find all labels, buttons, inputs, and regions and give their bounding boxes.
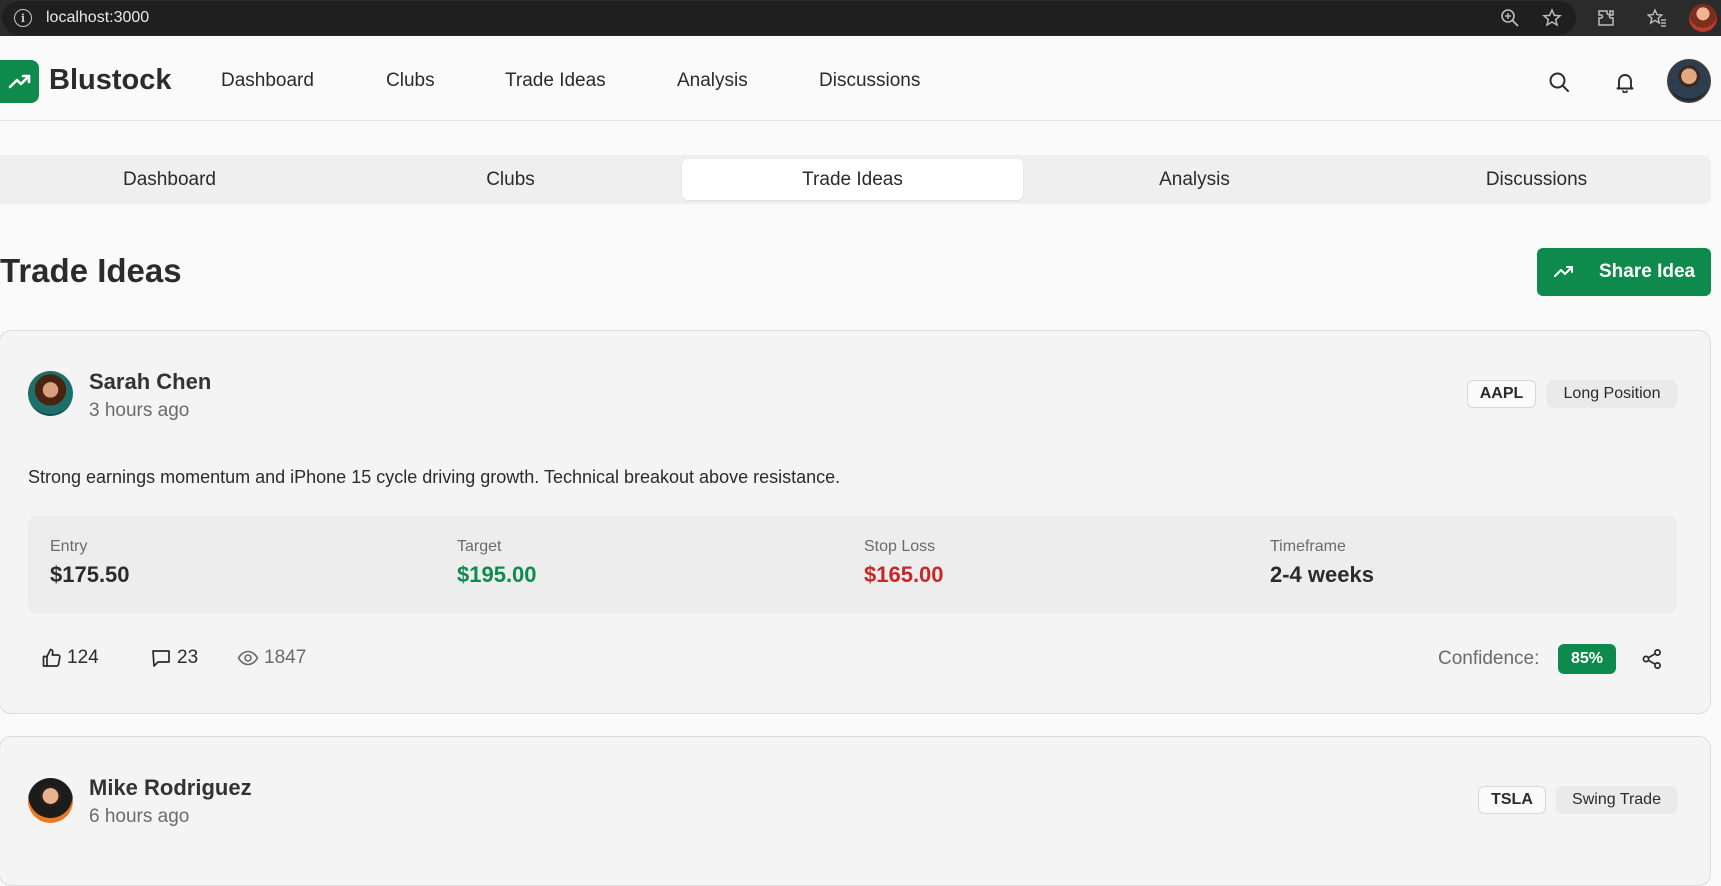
trade-idea-card [0, 736, 1711, 886]
entry-value: $175.50 [50, 562, 130, 587]
nav-trade-ideas[interactable]: Trade Ideas [505, 70, 606, 92]
confidence-badge: 85% [1558, 644, 1616, 674]
browser-profile-avatar[interactable] [1689, 4, 1717, 32]
nav-dashboard[interactable]: Dashboard [221, 70, 314, 92]
nav-discussions[interactable]: Discussions [819, 70, 920, 92]
timeframe-value: 2-4 weeks [1270, 562, 1374, 587]
stop-loss-label: Stop Loss [864, 538, 936, 555]
bookmark-star-icon[interactable] [1541, 7, 1563, 29]
views-indicator: 1847 [237, 645, 306, 671]
target-value: $195.00 [457, 562, 537, 587]
zoom-icon[interactable] [1499, 7, 1521, 29]
post-time: 3 hours ago [89, 400, 190, 421]
trending-up-icon [1553, 261, 1575, 283]
entry-label: Entry [50, 538, 88, 555]
tab-discussions[interactable]: Discussions [1366, 159, 1707, 200]
stop-loss-value: $165.00 [864, 562, 944, 587]
bell-icon[interactable] [1612, 69, 1638, 95]
browser-toolbar: i localhost:3000 [0, 0, 1721, 36]
tab-dashboard[interactable]: Dashboard [0, 159, 339, 200]
eye-icon [237, 646, 261, 670]
tab-trade-ideas[interactable]: Trade Ideas [682, 159, 1023, 200]
tab-clubs[interactable]: Clubs [341, 159, 680, 200]
address-bar[interactable]: i localhost:3000 [2, 1, 1576, 35]
like-count: 124 [67, 647, 99, 668]
ticker-badge[interactable]: TSLA [1478, 786, 1546, 814]
comment-count: 23 [177, 647, 199, 668]
position-badge: Swing Trade [1556, 786, 1677, 814]
author-avatar[interactable] [28, 778, 73, 823]
trending-up-logo-icon[interactable] [0, 60, 39, 103]
comment-button[interactable]: 23 [150, 645, 198, 671]
tab-analysis[interactable]: Analysis [1024, 159, 1365, 200]
thumbs-up-icon [40, 646, 64, 670]
timeframe-label: Timeframe [1270, 538, 1346, 555]
author-name[interactable]: Mike Rodriguez [89, 775, 252, 801]
author-avatar[interactable] [28, 371, 73, 416]
trade-metrics: Entry $175.50 Target $195.00 Stop Loss $… [28, 516, 1677, 613]
app-header: Blustock Dashboard Clubs Trade Ideas Ana… [0, 39, 1721, 121]
nav-analysis[interactable]: Analysis [677, 70, 748, 92]
search-icon[interactable] [1546, 69, 1572, 95]
view-count: 1847 [264, 647, 307, 668]
page-title: Trade Ideas [0, 252, 182, 289]
nav-clubs[interactable]: Clubs [386, 70, 435, 92]
user-avatar[interactable] [1667, 59, 1711, 103]
favorites-icon[interactable] [1646, 7, 1668, 29]
share-icon[interactable] [1640, 647, 1664, 671]
position-badge: Long Position [1547, 380, 1677, 408]
share-idea-button[interactable]: Share Idea [1537, 248, 1711, 296]
target-label: Target [457, 538, 502, 555]
url-text[interactable]: localhost:3000 [46, 9, 149, 27]
author-name[interactable]: Sarah Chen [89, 369, 211, 395]
site-info-icon[interactable]: i [14, 9, 32, 27]
ticker-badge[interactable]: AAPL [1467, 380, 1536, 408]
comment-icon [150, 646, 174, 670]
share-idea-label: Share Idea [1599, 261, 1696, 282]
app-logo-text[interactable]: Blustock [49, 64, 171, 97]
idea-description: Strong earnings momentum and iPhone 15 c… [28, 467, 841, 487]
post-time: 6 hours ago [89, 806, 190, 827]
section-tabs: Dashboard Clubs Trade Ideas Analysis Dis… [0, 155, 1711, 204]
confidence-label: Confidence: [1438, 648, 1540, 669]
extensions-icon[interactable] [1595, 7, 1617, 29]
like-button[interactable]: 124 [40, 645, 99, 671]
